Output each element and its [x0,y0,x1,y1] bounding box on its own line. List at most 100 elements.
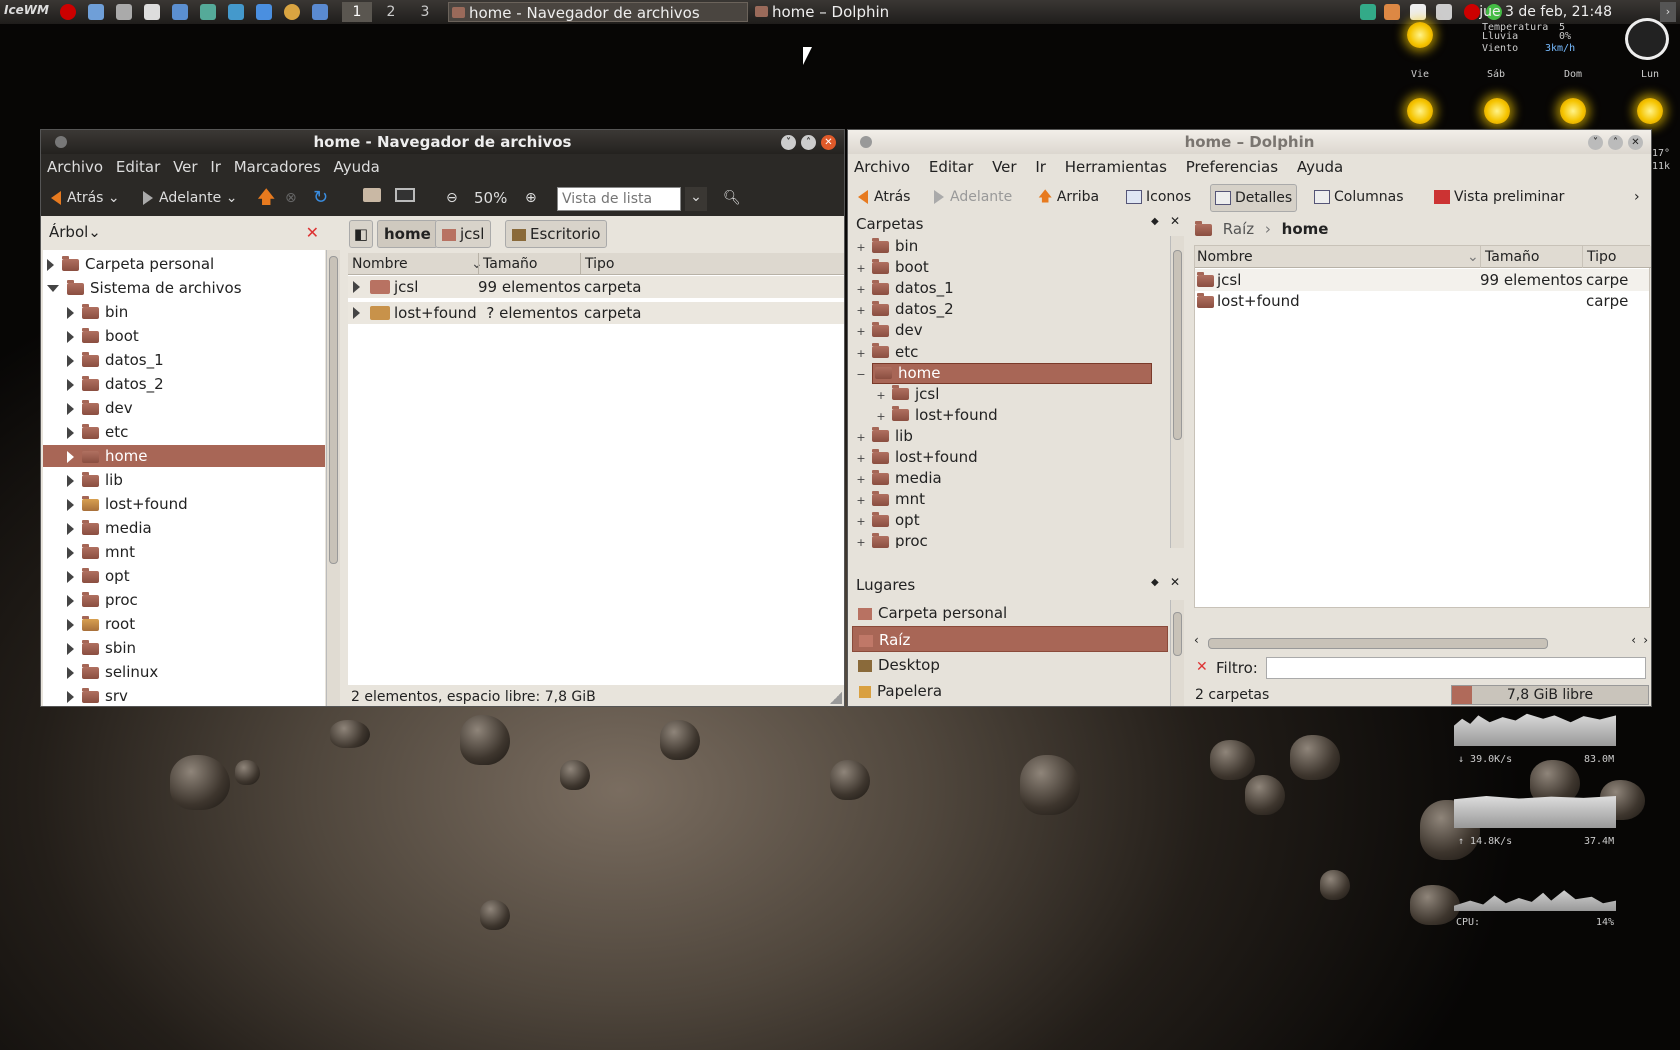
reload-button[interactable]: ↻ [313,188,328,208]
home-button[interactable] [363,188,381,208]
tree-item[interactable]: mnt [43,541,325,563]
expand-icon[interactable] [67,306,74,319]
folder-item[interactable]: + dev [852,320,1170,341]
folders-scrollbar[interactable] [1170,236,1184,548]
tree-item[interactable]: lib [43,469,325,491]
tree-item[interactable]: bin [43,301,325,323]
tree-item[interactable]: Sistema de archivos [43,277,325,299]
tree-item[interactable]: selinux [43,661,325,683]
tree-item[interactable]: sbin [43,637,325,659]
expand-icon[interactable]: + [856,300,866,321]
scroll-left-icon[interactable]: ‹ [1194,633,1199,647]
folder-item[interactable]: + lost+found [852,405,1170,426]
tree-scroll-thumb[interactable] [329,256,338,564]
table-row[interactable]: jcsl 99 elementos carpe [1195,269,1649,291]
tree-item[interactable]: media [43,517,325,539]
place-item[interactable]: Carpeta personal [852,600,1168,626]
expand-icon[interactable] [47,258,54,271]
expand-icon[interactable] [67,330,74,343]
sidebar-type-select[interactable]: Árbol⌄ [49,223,101,241]
workspace-2[interactable]: 2 [376,2,406,22]
expand-icon[interactable]: + [856,469,866,490]
minimize-button[interactable]: ˅ [1588,135,1603,150]
expand-icon[interactable]: + [856,511,866,532]
network-icon[interactable] [228,4,244,20]
menu-herramientas[interactable]: Herramientas [1065,158,1167,176]
close-panel-icon[interactable]: ✕ [1170,575,1180,589]
window-menu-icon[interactable] [55,136,67,148]
icewm-logo[interactable]: IceWM [4,3,49,17]
expand-icon[interactable]: + [876,406,886,427]
expand-icon[interactable] [67,474,74,487]
folders-scroll-thumb[interactable] [1173,250,1182,440]
expand-icon[interactable] [67,666,74,679]
tray-opera-icon[interactable] [1464,4,1480,20]
path-escritorio[interactable]: Escritorio [505,220,608,248]
monitor-icon[interactable] [256,4,272,20]
chevron-down-icon[interactable]: ⌄ [108,190,120,206]
folder-item[interactable]: + boot [852,257,1170,278]
menu-ver[interactable]: Ver [173,158,198,176]
expand-icon[interactable] [67,450,74,463]
expand-icon[interactable] [67,498,74,511]
maximize-button[interactable]: ˄ [801,135,816,150]
tree-item[interactable]: lost+found [43,493,325,515]
folder-item[interactable]: + bin [852,236,1170,257]
expand-icon[interactable] [67,378,74,391]
tree-item[interactable]: home [43,445,325,467]
folder-item[interactable]: + datos_1 [852,278,1170,299]
folder-item[interactable]: + jcsl [852,384,1170,405]
folder-item[interactable]: + lost+found [852,447,1170,468]
expand-icon[interactable] [67,618,74,631]
menu-marcadores[interactable]: Marcadores [234,158,321,176]
search-button[interactable]: 🔍︎ [723,188,741,208]
close-button[interactable]: ✕ [821,135,836,150]
image-viewer-icon[interactable] [312,4,328,20]
tree-item[interactable]: srv [43,685,325,706]
calendar-icon[interactable] [88,4,104,20]
horizontal-scroll-thumb[interactable] [1208,638,1548,649]
menu-ayuda[interactable]: Ayuda [334,158,380,176]
place-item[interactable]: Papelera [852,678,1168,704]
scroll-right-icon[interactable]: › [1643,633,1648,647]
menu-ayuda[interactable]: Ayuda [1297,158,1343,176]
tree-item[interactable]: datos_2 [43,373,325,395]
expand-icon[interactable] [67,522,74,535]
expand-icon[interactable]: + [856,258,866,279]
dolphin-titlebar[interactable]: home – Dolphin ˅ ˄ ✕ [848,130,1651,154]
menu-ver[interactable]: Ver [992,158,1017,176]
expand-icon[interactable]: + [856,427,866,448]
nautilus-titlebar[interactable]: home - Navegador de archivos ˅ ˄ ✕ [41,130,844,154]
close-panel-icon[interactable]: ✕ [1170,214,1180,228]
menu-editar[interactable]: Editar [116,158,160,176]
expand-icon[interactable] [67,570,74,583]
tree-item[interactable]: opt [43,565,325,587]
details-view-button[interactable]: Detalles [1210,184,1298,212]
clear-filter-icon[interactable]: ✕ [1196,659,1208,675]
places-scroll-thumb[interactable] [1173,612,1182,656]
forward-button[interactable]: Adelante ⌄ [143,188,237,208]
view-mode-select[interactable] [557,187,681,211]
menu-preferencias[interactable]: Preferencias [1186,158,1278,176]
workspace-3[interactable]: 3 [410,2,440,22]
columns-view-button[interactable]: Columnas [1314,187,1404,207]
expand-icon[interactable] [67,690,74,703]
column-nombre[interactable]: Nombre [1197,246,1253,268]
computer-button[interactable] [395,188,415,208]
expand-icon[interactable] [67,546,74,559]
horizontal-scrollbar[interactable]: ‹ ‹ › [1194,633,1650,650]
expand-icon[interactable] [353,307,360,319]
places-scrollbar[interactable] [1170,600,1184,706]
back-button[interactable]: Atrás [858,187,910,207]
expand-icon[interactable] [353,281,360,293]
clock[interactable]: jue 3 de feb, 21:48 [1479,2,1612,22]
place-item[interactable]: Raíz [852,626,1168,652]
expand-icon[interactable]: + [856,490,866,511]
column-tipo[interactable]: Tipo [1582,246,1616,268]
task-nautilus[interactable]: home - Navegador de archivos [448,2,748,22]
workspace-1[interactable]: 1 [342,2,372,22]
path-left-button[interactable]: ◧ [349,220,373,248]
path-jcsl[interactable]: jcsl [435,220,492,248]
task-dolphin[interactable]: home – Dolphin [752,2,952,22]
maximize-button[interactable]: ˄ [1608,135,1623,150]
